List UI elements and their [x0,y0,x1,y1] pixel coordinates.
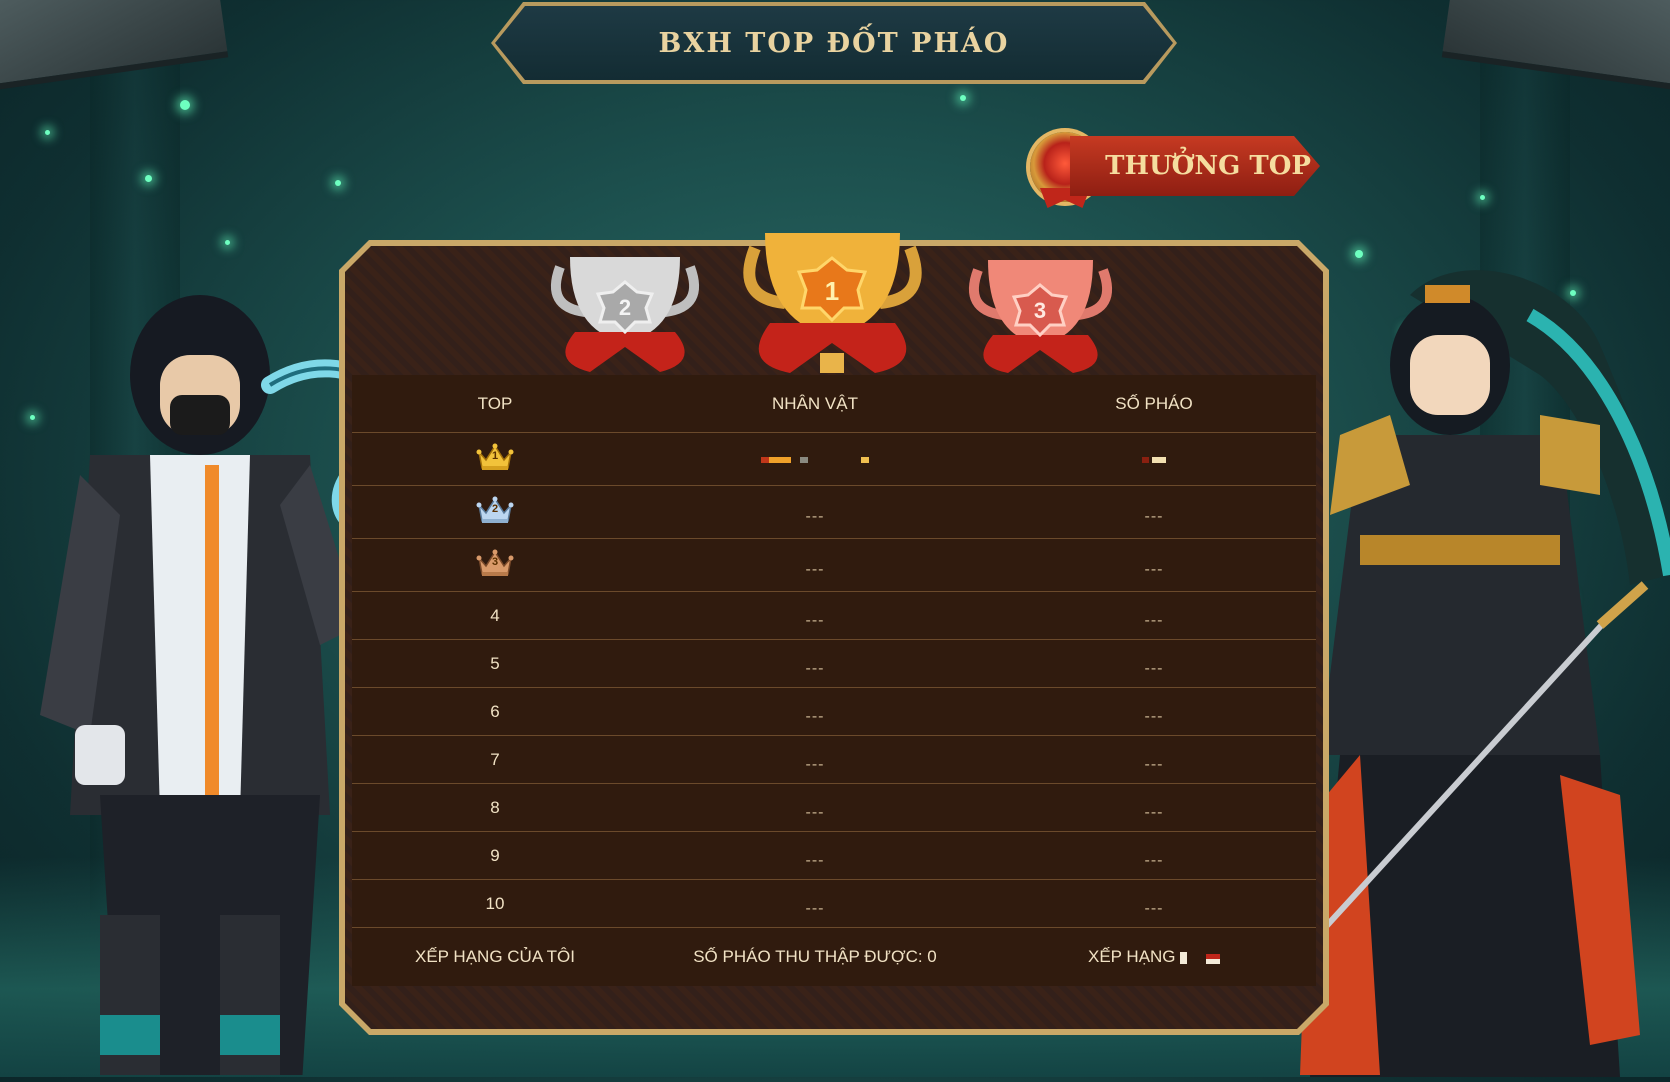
redacted-name-fragment [860,456,869,463]
crown-gold-icon: 1 [476,442,514,472]
spark [335,180,341,186]
spark [145,175,152,182]
row-count: --- [1144,561,1164,578]
table-row: 9 --- --- [352,832,1316,880]
spark [960,95,966,101]
my-rank-row: XẾP HẠNG CỦA TÔI SỐ PHÁO THU THẬP ĐƯỢC: … [352,928,1316,986]
table-row: 5 --- --- [352,640,1316,688]
row-count: --- [1144,803,1164,821]
row-character: --- [805,508,825,525]
table-row: 4 --- --- [352,592,1316,640]
row-character: --- [805,755,825,773]
redacted-name-fragment [769,456,792,463]
rank-label: XẾP HẠNG [1087,947,1176,966]
redacted-count-fragment [1152,456,1166,463]
trophy-3-rank: 3 [1034,298,1046,323]
row-rank: 10 [485,893,505,913]
row-character: --- [805,561,825,578]
row-character: --- [805,659,825,677]
my-rank-label: XẾP HẠNG CỦA TÔI [415,947,575,966]
row-rank: 8 [490,797,500,817]
spark [1480,195,1485,200]
table-row: 3 --- --- [352,539,1316,592]
trophy-2-icon: 2 [540,252,710,377]
col-header-character: NHÂN VẬT [772,393,858,413]
row-count [992,449,1316,469]
row-rank: 2 [491,502,499,515]
top-reward-button[interactable]: THƯỞNG TOP [1070,136,1320,196]
top-reward-button-label: THƯỞNG TOP [1105,151,1311,181]
trophy-1-rank: 1 [825,276,839,306]
row-rank: 6 [490,701,500,721]
collected-count-label: SỐ PHÁO THU THẬP ĐƯỢC: 0 [693,947,937,966]
page-title: BXH TOP ĐỐT PHÁO [658,27,1010,59]
row-count: --- [1144,508,1164,525]
spark [45,130,50,135]
row-count: --- [1144,611,1164,629]
row-rank: 4 [490,605,500,625]
col-header-top: TOP [477,393,513,413]
row-character: --- [805,851,825,869]
table-row: 1 [352,433,1316,486]
table-header: TOP NHÂN VẬT SỐ PHÁO [352,375,1316,433]
table-row: 10 --- --- [352,880,1316,928]
row-character: --- [805,899,825,917]
spark [225,240,230,245]
trophy-1-icon: 1 [730,228,935,378]
leaderboard-table: TOP NHÂN VẬT SỐ PHÁO 1 2 --- --- 3 --- -… [352,375,1316,986]
trophy-3-icon: 3 [958,255,1123,377]
row-character: --- [805,707,825,725]
row-count: --- [1144,851,1164,869]
redacted-name-fragment [761,456,770,463]
row-count: --- [1144,659,1164,677]
row-rank: 5 [490,653,500,673]
table-row: 6 --- --- [352,688,1316,736]
crown-silver-icon: 2 [476,495,514,525]
table-row: 2 --- --- [352,486,1316,539]
redacted-count-fragment [1142,456,1149,463]
row-rank: 9 [490,845,500,865]
row-character: --- [805,803,825,821]
table-row: 8 --- --- [352,784,1316,832]
row-count: --- [1144,899,1164,917]
row-count: --- [1144,755,1164,773]
row-rank: 1 [491,449,499,462]
spark [180,100,190,110]
character-right-illustration [1297,255,1670,1077]
my-rank-value: XẾP HẠNG [992,947,1316,967]
redacted-name-fragment [800,456,808,463]
crown-bronze-icon: 3 [476,548,514,578]
row-character: --- [805,611,825,629]
redacted-rank-fragment [1206,954,1221,964]
row-rank: 3 [491,555,499,568]
col-header-count: SỐ PHÁO [1115,393,1193,413]
trophy-2-rank: 2 [619,295,631,320]
table-row: 7 --- --- [352,736,1316,784]
row-character [638,449,992,469]
title-banner: BXH TOP ĐỐT PHÁO [495,6,1173,80]
row-count: --- [1144,707,1164,725]
row-rank: 7 [490,749,500,769]
redacted-rank-fragment [1180,952,1188,964]
